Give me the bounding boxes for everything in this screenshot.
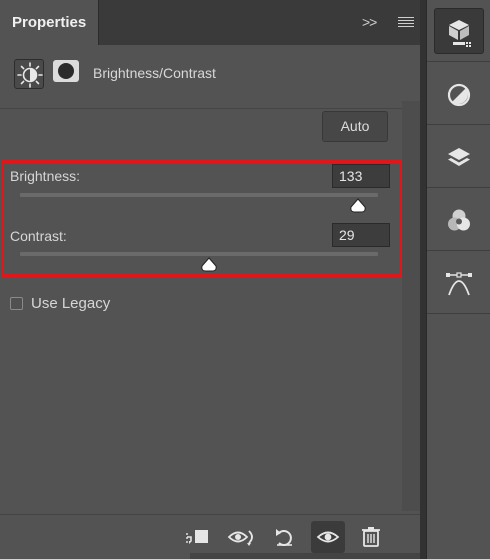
header-divider	[0, 108, 420, 109]
layer-mask-icon[interactable]	[53, 60, 79, 82]
auto-button[interactable]: Auto	[322, 111, 388, 142]
toolbar-paths[interactable]	[427, 252, 490, 314]
right-panel-toolbar	[426, 0, 490, 559]
toolbar-channels[interactable]	[427, 189, 490, 251]
view-previous-state-icon[interactable]	[225, 521, 259, 553]
sliders-highlight-box	[1, 160, 402, 277]
panel-tabbar: Properties >>	[0, 0, 420, 45]
brightness-contrast-icon[interactable]	[14, 59, 44, 89]
vertical-scrollbar[interactable]	[402, 101, 420, 511]
adjustment-title: Brightness/Contrast	[93, 65, 216, 81]
layers-icon	[448, 148, 470, 166]
panel-menu-icon[interactable]	[398, 17, 414, 28]
clip-to-layer-icon[interactable]	[181, 521, 215, 553]
adjustment-header: Brightness/Contrast	[0, 45, 420, 101]
toolbar-layers[interactable]	[427, 126, 490, 188]
adjustments-icon	[447, 83, 471, 107]
use-legacy-checkbox[interactable]	[10, 297, 23, 310]
channels-icon	[448, 209, 470, 231]
delete-icon[interactable]	[354, 521, 388, 553]
tab-label: Properties	[12, 14, 87, 31]
toggle-visibility-icon[interactable]	[311, 521, 345, 553]
horizontal-scrollbar[interactable]	[190, 553, 420, 559]
toolbar-adjustments[interactable]	[427, 63, 490, 125]
toolbar-properties[interactable]	[427, 0, 490, 62]
reset-icon[interactable]	[268, 521, 302, 553]
use-legacy-label: Use Legacy	[31, 295, 111, 312]
tab-properties[interactable]: Properties	[0, 0, 99, 45]
properties-panel: Properties >> Brightness/Contrast Auto B…	[0, 0, 420, 559]
collapse-icon[interactable]: >>	[362, 14, 377, 30]
paths-icon	[446, 272, 472, 296]
properties-icon	[449, 20, 473, 49]
